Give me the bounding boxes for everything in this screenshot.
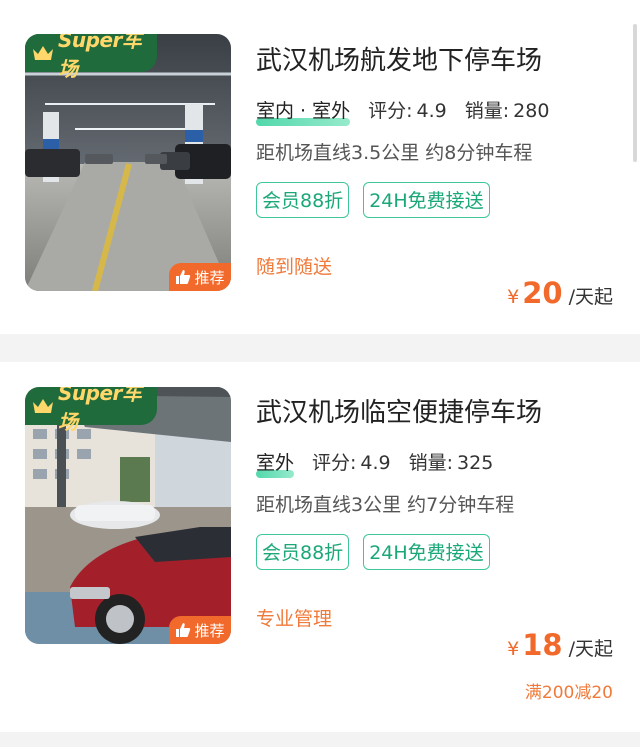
tag-list: 会员88折 24H免费接送	[256, 182, 490, 218]
recommend-badge: 推荐	[169, 616, 231, 644]
parking-photo-outdoor[interactable]: Super车场 推荐	[25, 387, 231, 644]
location-type: 室内 · 室外	[256, 100, 351, 122]
parking-meta: 室内 · 室外 评分: 4.9 销量: 280	[256, 96, 567, 123]
price-amount: 20	[522, 276, 563, 310]
rating-label: 评分:	[312, 452, 357, 474]
tag-member-discount: 会员88折	[256, 534, 350, 570]
super-badge-label: Super车场	[58, 387, 142, 434]
super-parking-badge: Super车场	[25, 387, 157, 434]
super-badge-label: Super车场	[58, 34, 142, 81]
thumbs-up-icon	[175, 269, 191, 285]
feature-text: 专业管理	[256, 608, 333, 630]
sales-value: 280	[513, 100, 550, 122]
rating-label: 评分:	[368, 100, 413, 122]
scrollbar[interactable]	[633, 24, 637, 162]
tag-free-shuttle: 24H免费接送	[363, 182, 490, 218]
price-currency: ¥	[507, 286, 520, 308]
parking-card[interactable]: Super车场 推荐 武汉机场航发地下停车场 室内 · 室外 评分: 4.9 销…	[0, 0, 640, 334]
recommend-label: 推荐	[194, 268, 225, 287]
distance-text: 距机场直线3.5公里 约8分钟车程	[256, 142, 533, 164]
price: ¥ 18 /天起	[507, 628, 613, 662]
parking-title[interactable]: 武汉机场临空便捷停车场	[256, 392, 542, 429]
tag-free-shuttle: 24H免费接送	[363, 534, 490, 570]
price: ¥ 20 /天起	[507, 276, 613, 310]
sales-label: 销量:	[408, 452, 454, 474]
rating-value: 4.9	[360, 452, 391, 474]
parking-photo-underground[interactable]: Super车场 推荐	[25, 34, 231, 291]
sales-value: 325	[457, 452, 494, 474]
feature-text: 随到随送	[256, 256, 333, 278]
parking-meta: 室外 评分: 4.9 销量: 325	[256, 448, 511, 475]
price-currency: ¥	[507, 638, 520, 660]
price-unit: /天起	[568, 286, 613, 308]
recommend-label: 推荐	[194, 621, 225, 640]
rating-value: 4.9	[416, 100, 447, 122]
price-unit: /天起	[568, 638, 613, 660]
discount-text: 满200减20	[524, 683, 613, 703]
price-amount: 18	[522, 628, 563, 662]
parking-list: Super车场 推荐 武汉机场航发地下停车场 室内 · 室外 评分: 4.9 销…	[0, 0, 640, 747]
distance-text: 距机场直线3公里 约7分钟车程	[256, 494, 515, 516]
parking-card[interactable]: Super车场 推荐 武汉机场临空便捷停车场 室外 评分: 4.9 销量: 32…	[0, 362, 640, 732]
recommend-badge: 推荐	[169, 263, 231, 291]
sales-label: 销量:	[464, 100, 510, 122]
super-parking-badge: Super车场	[25, 34, 157, 81]
crown-icon	[32, 44, 54, 62]
tag-member-discount: 会员88折	[256, 182, 350, 218]
thumbs-up-icon	[175, 622, 191, 638]
crown-icon	[32, 397, 54, 415]
parking-title[interactable]: 武汉机场航发地下停车场	[256, 40, 542, 77]
location-type: 室外	[256, 452, 295, 474]
tag-list: 会员88折 24H免费接送	[256, 534, 490, 570]
